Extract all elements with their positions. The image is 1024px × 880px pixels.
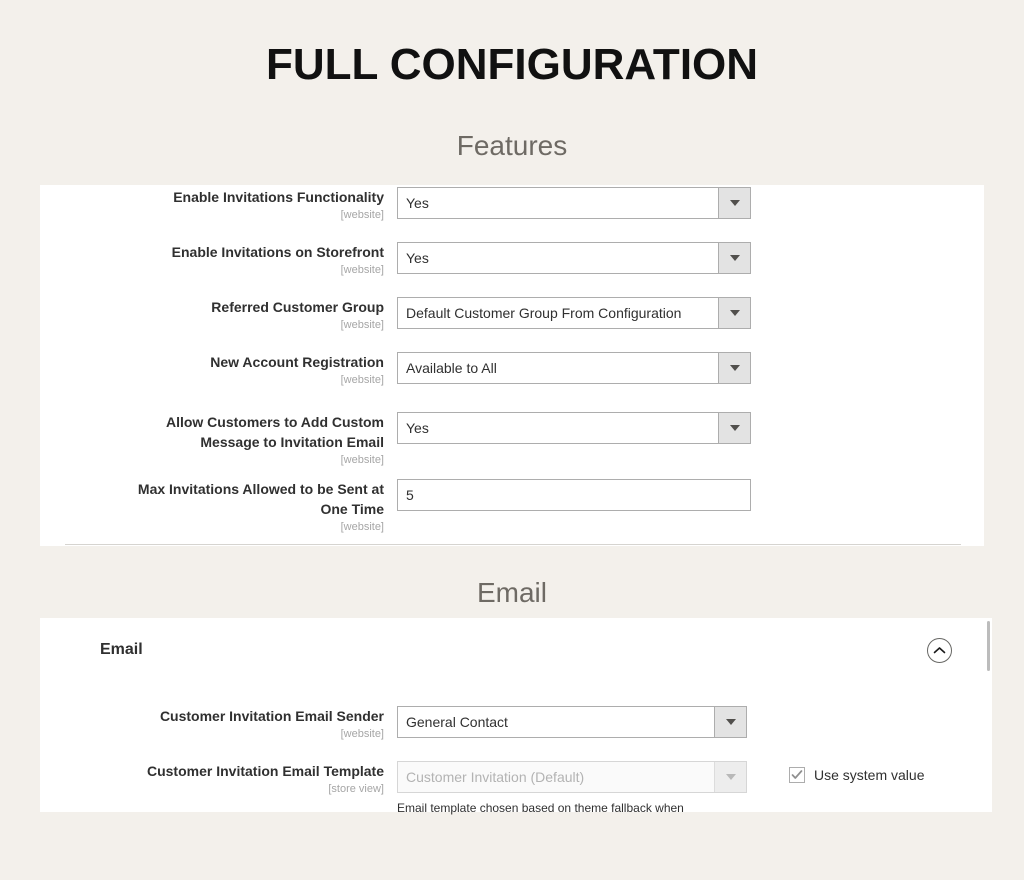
select-allow-custom-message[interactable]: Yes [397, 412, 751, 444]
checkbox-label: Use system value [814, 767, 925, 783]
field-label: Enable Invitations Functionality [173, 189, 384, 205]
select-value: General Contact [406, 714, 508, 730]
chevron-down-icon[interactable] [714, 707, 746, 737]
field-label: Referred Customer Group [211, 299, 384, 315]
field-label: Customer Invitation Email Sender [159, 708, 384, 724]
field-scope: [website] [340, 209, 384, 221]
checkbox-box[interactable] [789, 767, 805, 783]
select-value: Available to All [406, 360, 497, 376]
field-label-group: Referred Customer Group [website] [40, 297, 384, 332]
chevron-down-icon[interactable] [718, 243, 750, 273]
features-panel: Enable Invitations Functionality [websit… [40, 185, 984, 546]
panel-divider [65, 544, 961, 545]
select-value: Customer Invitation (Default) [406, 769, 585, 785]
field-control: General Contact [397, 706, 747, 738]
select-value: Yes [406, 250, 429, 266]
field-label-group: Customer Invitation Email Template [stor… [40, 761, 384, 796]
configuration-page: FULL CONFIGURATION Features Enable Invit… [0, 0, 1024, 880]
chevron-down-icon[interactable] [718, 298, 750, 328]
field-control [397, 479, 751, 511]
field-scope: [website] [340, 521, 384, 533]
field-scope: [website] [340, 728, 384, 740]
email-panel-scrollbar-thumb[interactable] [987, 621, 990, 671]
select-referred-customer-group[interactable]: Default Customer Group From Configuratio… [397, 297, 751, 329]
field-control: Customer Invitation (Default) Email temp… [397, 761, 747, 816]
select-value: Yes [406, 195, 429, 211]
section-heading-features: Features [456, 130, 568, 162]
field-label: Allow Customers to Add Custom Message to… [165, 414, 384, 450]
field-scope: [website] [340, 454, 384, 466]
field-control: Yes [397, 242, 751, 274]
chevron-up-circle-icon[interactable] [927, 638, 952, 663]
select-value: Yes [406, 420, 429, 436]
field-label-group: Max Invitations Allowed to be Sent at On… [40, 479, 384, 534]
select-new-account-registration[interactable]: Available to All [397, 352, 751, 384]
field-control: Yes [397, 187, 751, 219]
field-label-group: Enable Invitations on Storefront [websit… [40, 242, 384, 277]
field-label-group: Allow Customers to Add Custom Message to… [40, 412, 384, 467]
field-note: Email template chosen based on theme fal… [397, 801, 684, 815]
field-scope: [website] [340, 374, 384, 386]
field-label: Enable Invitations on Storefront [171, 244, 384, 260]
chevron-down-icon [714, 762, 746, 792]
use-system-value-checkbox[interactable]: Use system value [789, 767, 924, 783]
field-label-group: New Account Registration [website] [40, 352, 384, 387]
select-customer-invitation-email-template[interactable]: Customer Invitation (Default) [397, 761, 747, 793]
page-title: FULL CONFIGURATION [265, 40, 759, 89]
select-customer-invitation-email-sender[interactable]: General Contact [397, 706, 747, 738]
chevron-down-icon[interactable] [718, 353, 750, 383]
field-scope: [store view] [328, 783, 384, 795]
field-label-group: Customer Invitation Email Sender [websit… [40, 706, 384, 741]
field-label: Customer Invitation Email Template [146, 763, 384, 779]
field-scope: [website] [340, 264, 384, 276]
select-enable-invitations-on-storefront[interactable]: Yes [397, 242, 751, 274]
select-enable-invitations-functionality[interactable]: Yes [397, 187, 751, 219]
field-scope: [website] [340, 319, 384, 331]
select-value: Default Customer Group From Configuratio… [406, 305, 682, 321]
chevron-down-icon[interactable] [718, 413, 750, 443]
email-panel-header[interactable]: Email [60, 634, 972, 686]
field-control: Available to All [397, 352, 751, 384]
email-panel: Email Customer Invitation Email Sender [… [40, 618, 992, 815]
field-label-group: Enable Invitations Functionality [websit… [40, 187, 384, 222]
email-panel-title: Email [100, 641, 143, 658]
field-label: New Account Registration [210, 354, 384, 370]
field-label: Max Invitations Allowed to be Sent at On… [137, 481, 384, 517]
field-control: Yes [397, 412, 751, 444]
section-heading-email: Email [476, 577, 547, 608]
input-max-invitations[interactable] [397, 479, 751, 511]
field-control: Default Customer Group From Configuratio… [397, 297, 751, 329]
chevron-down-icon[interactable] [718, 188, 750, 218]
